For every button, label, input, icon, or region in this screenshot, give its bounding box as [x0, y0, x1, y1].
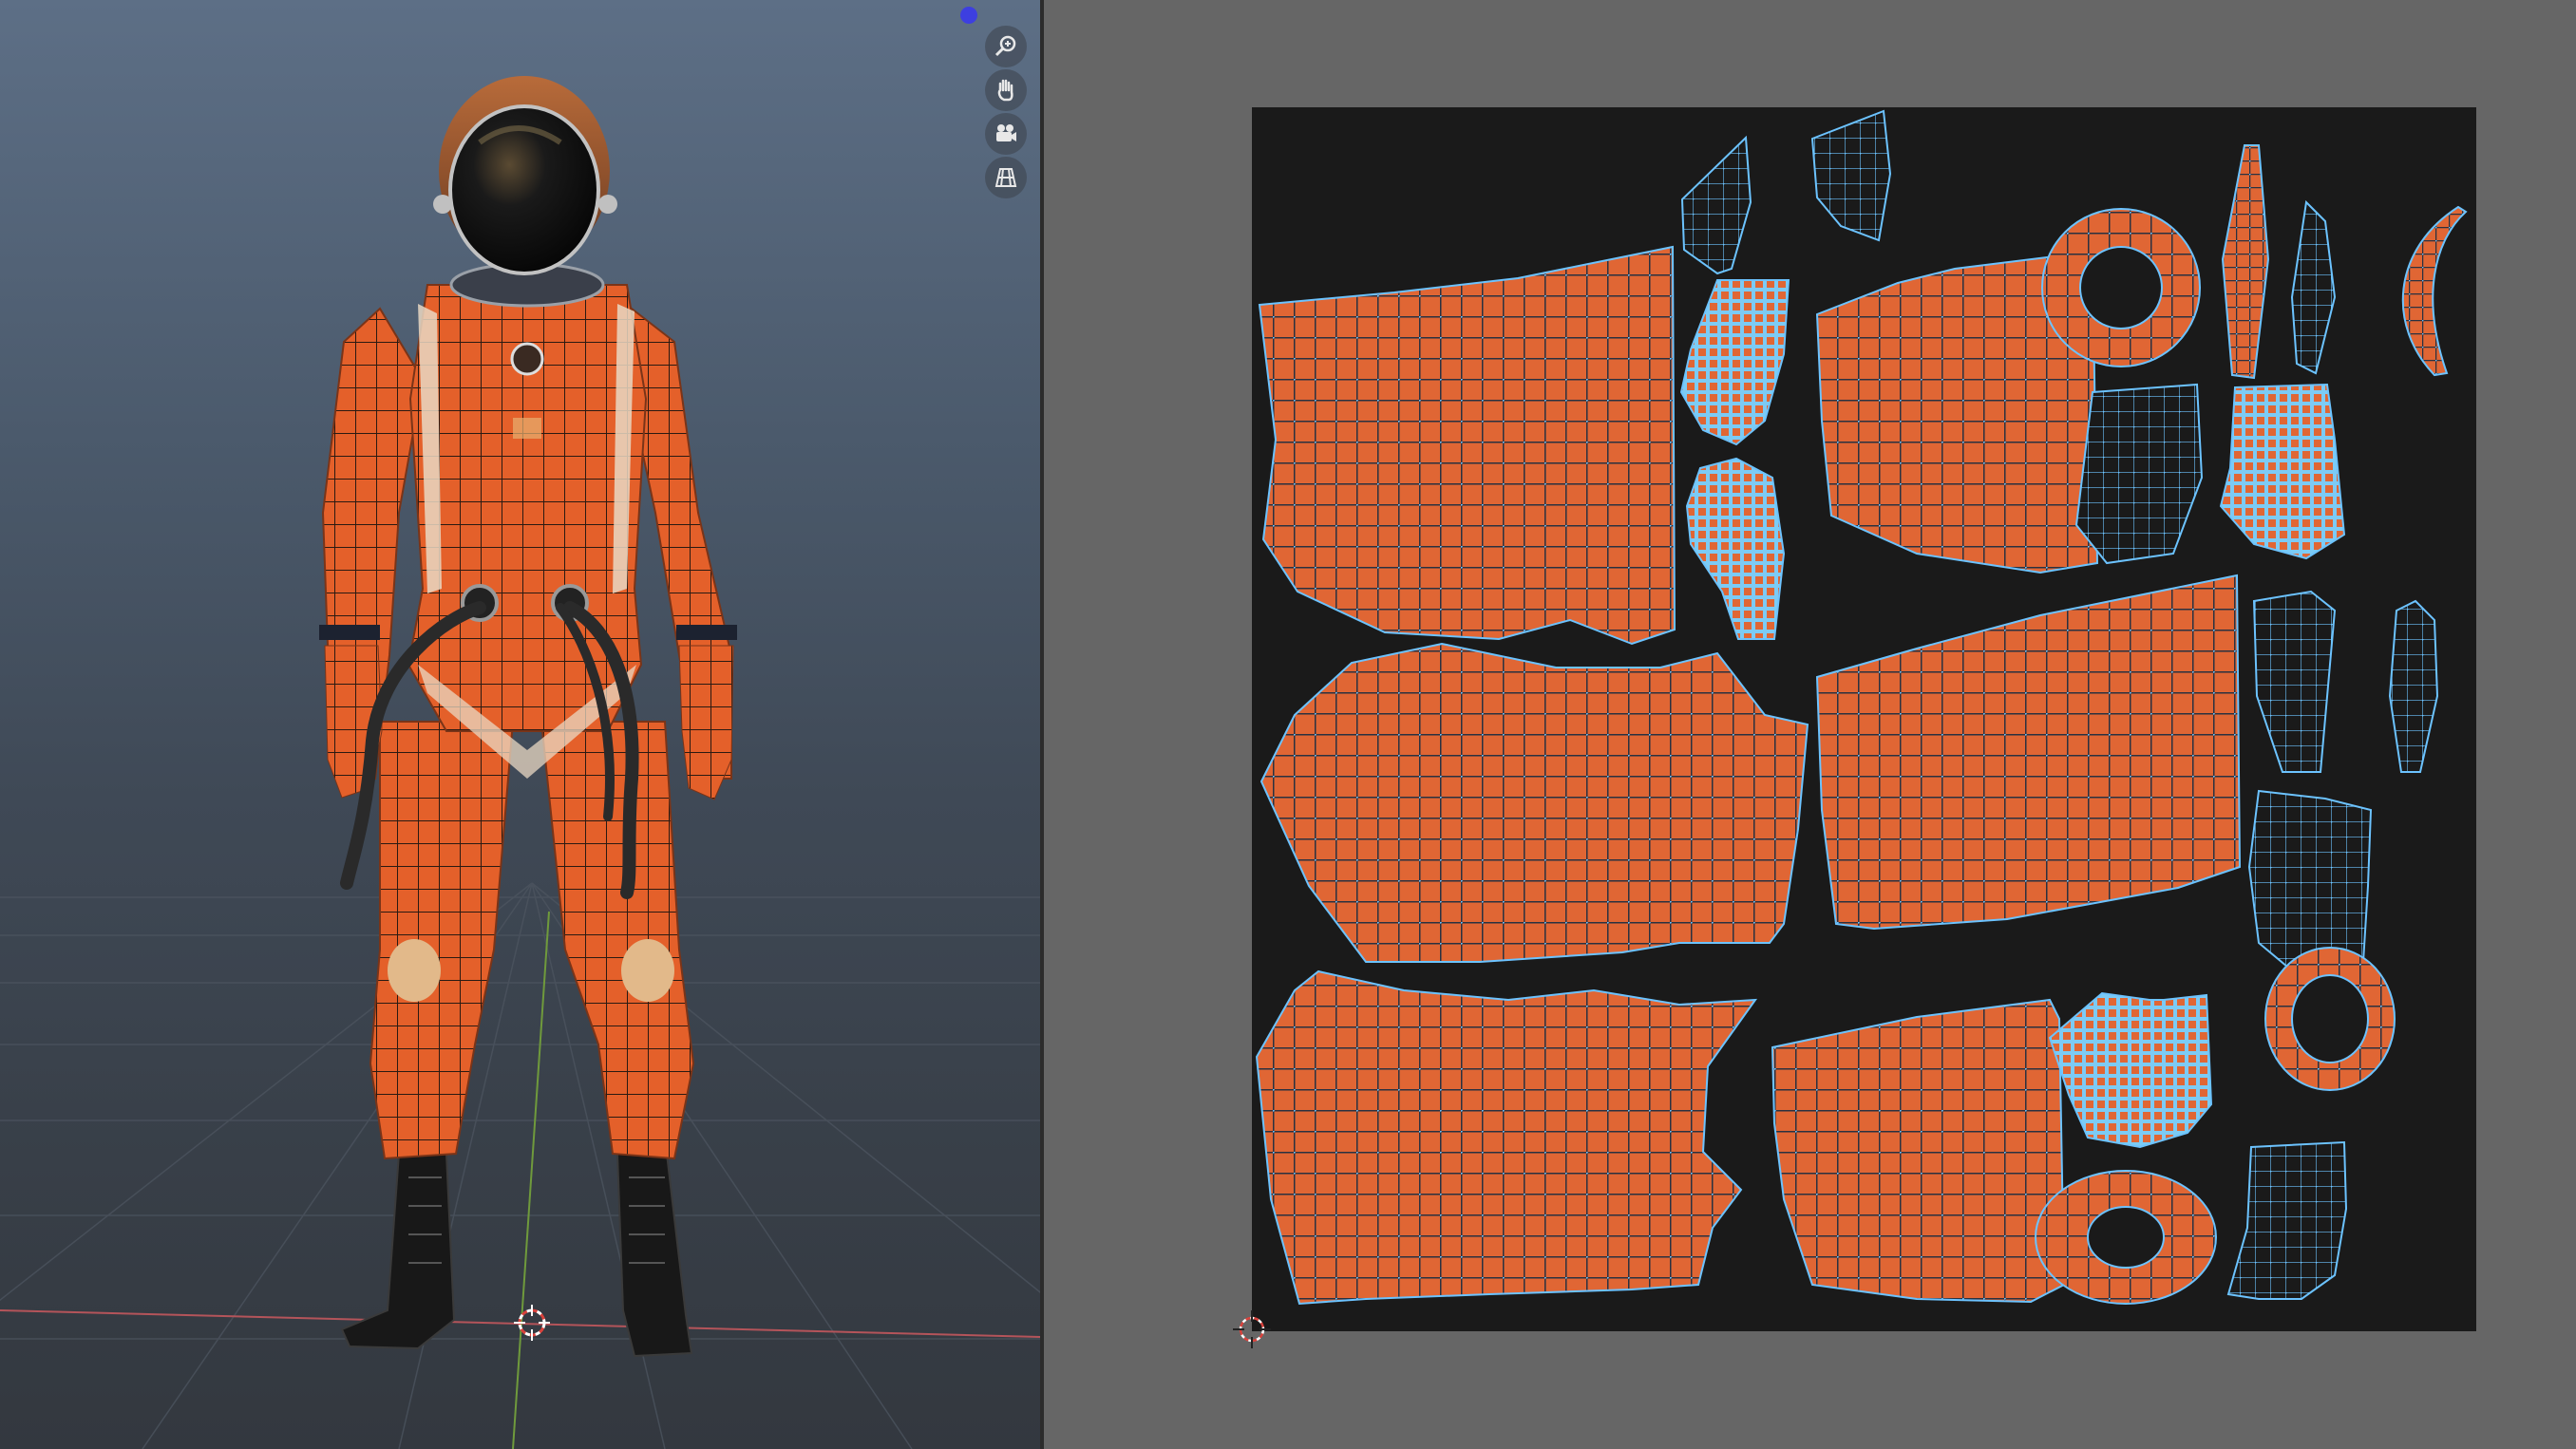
- 3d-viewport[interactable]: [0, 0, 1040, 1449]
- pan-button[interactable]: [985, 69, 1027, 111]
- viewport-scene: [0, 76, 1040, 1449]
- uv-island-glove-4: [2048, 991, 2213, 1149]
- uv-island-wire-4: [2247, 789, 2373, 969]
- uv-island-hood-1: [1680, 135, 1752, 275]
- zoom-icon: [994, 35, 1016, 57]
- uv-islands: [1255, 109, 2468, 1306]
- uv-island-cuff-ring: [2264, 947, 2396, 1091]
- zoom-button[interactable]: [985, 26, 1027, 67]
- y-axis-line: [512, 911, 550, 1449]
- uv-island-pants-right: [1771, 998, 2066, 1304]
- uv-island-glove-3: [2219, 383, 2346, 560]
- pan-hand-icon: [997, 79, 1013, 102]
- uv-island-torso-back: [1815, 574, 2242, 931]
- uv-island-wire-5: [2226, 1140, 2348, 1300]
- 2d-cursor[interactable]: [1214, 1303, 1290, 1379]
- uv-island-glove-1: [1679, 279, 1790, 446]
- axis-gizmo-dot[interactable]: [960, 7, 977, 24]
- uv-island-collar-ring: [2041, 208, 2201, 367]
- uv-island-wire-2: [2252, 590, 2337, 773]
- uv-island-strap-2: [2290, 199, 2337, 375]
- uv-island-hood-2: [1810, 109, 1892, 242]
- uv-texture-space[interactable]: [1252, 107, 2476, 1331]
- uv-island-wire-3: [2388, 599, 2439, 773]
- perspective-toggle-button[interactable]: [985, 157, 1027, 198]
- 3d-cursor: [514, 1305, 550, 1341]
- uv-island-glove-2: [1685, 457, 1786, 640]
- uv-island-wire-1: [2074, 383, 2204, 565]
- uv-island-ankle-ring: [2035, 1170, 2217, 1305]
- camera-icon: [996, 124, 1016, 141]
- uv-island-sleeve-left: [1258, 245, 1676, 646]
- camera-view-button[interactable]: [985, 113, 1027, 155]
- astronaut-model: [319, 76, 737, 1358]
- uv-island-strap-1: [2221, 144, 2270, 380]
- perspective-grid-icon: [994, 168, 1017, 187]
- floor-grid: [0, 882, 1040, 1449]
- uv-island-arc: [2401, 205, 2468, 377]
- uv-island-torso-front: [1260, 642, 1809, 963]
- uv-island-pants-left: [1255, 969, 1758, 1306]
